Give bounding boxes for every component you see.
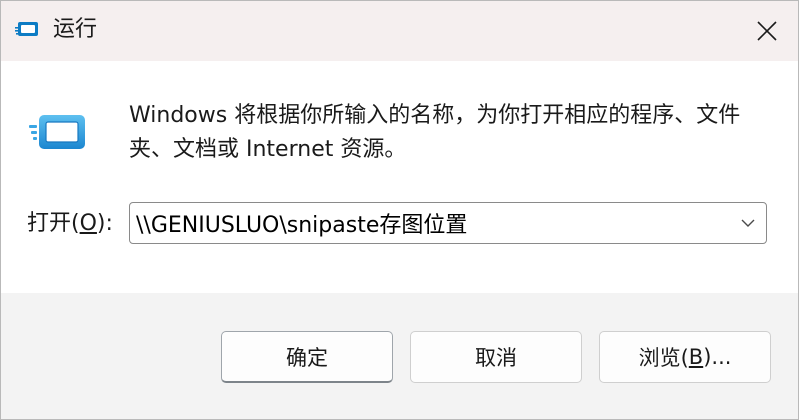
open-label: 打开(O):	[27, 209, 113, 239]
run-app-icon	[29, 115, 85, 149]
browse-label-suffix: )...	[703, 345, 732, 369]
cancel-button[interactable]: 取消	[410, 331, 582, 383]
open-combobox[interactable]	[129, 202, 767, 244]
dropdown-button[interactable]	[736, 211, 760, 235]
open-label-access-key: O	[79, 211, 97, 236]
window-title: 运行	[53, 17, 98, 42]
ok-button[interactable]: 确定	[221, 331, 393, 383]
open-label-prefix: 打开(	[27, 211, 80, 236]
browse-button[interactable]: 浏览(B)...	[599, 331, 771, 383]
title-bar[interactable]: 运行	[1, 1, 798, 61]
chevron-down-icon	[741, 219, 755, 227]
close-icon	[756, 21, 777, 41]
run-app-icon	[15, 22, 38, 36]
open-label-suffix: ):	[96, 211, 113, 236]
open-input[interactable]	[136, 208, 716, 238]
browse-label-prefix: 浏览(	[638, 346, 689, 370]
close-button[interactable]	[735, 1, 798, 61]
instruction-text: Windows 将根据你所输入的名称，为你打开相应的程序、文件夹、文档或 Int…	[129, 103, 741, 162]
run-dialog: 运行 Windows 将根据你所输入的名称，为你打开相应的程序、文件夹、文档或 …	[0, 0, 799, 420]
dialog-content: Windows 将根据你所输入的名称，为你打开相应的程序、文件夹、文档或 Int…	[1, 61, 798, 293]
button-bar: 确定 取消 浏览(B)...	[1, 293, 798, 419]
browse-access-key: B	[688, 345, 704, 369]
